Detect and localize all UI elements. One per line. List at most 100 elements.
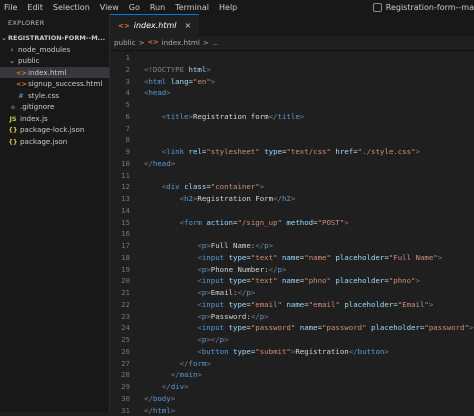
tree-item-index-html[interactable]: <>index.html [0, 67, 109, 79]
code-editor[interactable]: 12<!DOCTYPE html>3<html lang="en">4 <head… [110, 52, 474, 412]
code-line[interactable]: 7 [110, 123, 474, 135]
tree-item-package-json[interactable]: {}package.json [0, 136, 109, 148]
code-line[interactable]: 19 <p>Phone Number:</p> [110, 264, 474, 276]
tree-item-style-css[interactable]: #style.css [0, 90, 109, 102]
code-line[interactable]: 11 [110, 170, 474, 182]
code-token: "/sign_up" [237, 218, 282, 227]
code-line[interactable]: 9 <link rel="stylesheet" type="text/css"… [110, 146, 474, 158]
close-icon[interactable]: × [185, 21, 192, 30]
menu-selection[interactable]: Selection [48, 3, 95, 12]
code-line[interactable]: 18 <input type="text" name="name" placeh… [110, 252, 474, 264]
tree-item-label: public [18, 56, 40, 65]
code-token: > [384, 347, 388, 356]
code-line[interactable]: 14 [110, 205, 474, 217]
code-token: > [416, 147, 420, 156]
code-token: > [206, 359, 210, 368]
menu-go[interactable]: Go [124, 3, 145, 12]
code-line[interactable]: 25 <p></p> [110, 334, 474, 346]
code-line[interactable]: 30</body> [110, 393, 474, 405]
code-line[interactable]: 16 [110, 228, 474, 240]
code-content: </head> [144, 159, 175, 168]
code-line[interactable]: 4 <head> [110, 87, 474, 99]
html-icon: <> [16, 79, 26, 90]
code-token: "password" [424, 323, 469, 332]
tree-item-index-js[interactable]: JSindex.js [0, 113, 109, 125]
code-content: <head> [144, 88, 171, 97]
workspace-root[interactable]: ⌄REGISTRATION-FORM--M... [0, 32, 109, 44]
code-token: form [184, 218, 202, 227]
json-icon: {} [8, 137, 18, 148]
line-number: 29 [110, 381, 130, 393]
code-token: class [184, 182, 206, 191]
menu-file[interactable]: File [0, 3, 22, 12]
code-line[interactable]: 28 </main> [110, 369, 474, 381]
code-line[interactable]: 24 <input type="password" name="password… [110, 322, 474, 334]
code-line[interactable]: 26 <button type="submit">Registration</b… [110, 346, 474, 358]
code-line[interactable]: 8 [110, 134, 474, 146]
tree-item-package-lock-json[interactable]: {}package-lock.json [0, 124, 109, 136]
layout-icon[interactable] [373, 3, 382, 12]
code-line[interactable]: 27 </form> [110, 358, 474, 370]
code-token: < [144, 300, 202, 309]
code-token: "Full Name" [389, 253, 438, 262]
code-token: > [211, 77, 215, 86]
code-token: </ [144, 382, 171, 391]
code-line[interactable]: 5 [110, 99, 474, 111]
code-line[interactable]: 23 <p>Password:</p> [110, 311, 474, 323]
code-line[interactable]: 1 [110, 52, 474, 64]
tree-item-label: package-lock.json [20, 125, 84, 134]
code-token: Registration Form [197, 194, 273, 203]
code-token: </ [255, 241, 264, 250]
tree-item-node-modules[interactable]: ›node_modules [0, 44, 109, 56]
code-token: Email: [211, 288, 238, 297]
code-content: <p>Email:</p> [144, 288, 255, 297]
breadcrumb-item[interactable]: public [114, 36, 136, 49]
code-token: placeholder [344, 300, 393, 309]
code-token: html [153, 406, 171, 415]
code-line[interactable]: 31</html> [110, 405, 474, 416]
breadcrumb-item[interactable]: ... [212, 36, 219, 49]
code-line[interactable]: 17 <p>Full Name:</p> [110, 240, 474, 252]
code-token: > [282, 265, 286, 274]
code-token: > [291, 194, 295, 203]
code-token: h2 [282, 194, 291, 203]
menu-help[interactable]: Help [214, 3, 242, 12]
breadcrumb-item[interactable]: index.html [162, 36, 200, 49]
menu-edit[interactable]: Edit [22, 3, 48, 12]
code-line[interactable]: 22 <input type="email" name="email" plac… [110, 299, 474, 311]
line-number: 7 [110, 123, 130, 135]
line-number: 9 [110, 146, 130, 158]
code-token: body [153, 394, 171, 403]
code-token: > [429, 300, 433, 309]
line-number: 25 [110, 334, 130, 346]
code-content: <p>Full Name:</p> [144, 241, 273, 250]
code-token: < [144, 323, 202, 332]
line-number: 14 [110, 205, 130, 217]
menu-terminal[interactable]: Terminal [170, 3, 214, 12]
code-line[interactable]: 15 <form action="/sign_up" method="POST"… [110, 217, 474, 229]
code-line[interactable]: 3<html lang="en"> [110, 76, 474, 88]
tab-index-html[interactable]: <> index.html × [110, 14, 199, 36]
code-content: <input type="email" name="email" placeho… [144, 300, 433, 309]
code-line[interactable]: 29 </div> [110, 381, 474, 393]
code-token: > [438, 253, 442, 262]
code-token: main [180, 370, 198, 379]
tree-item-public[interactable]: ⌄public [0, 55, 109, 67]
code-line[interactable]: 13 <h2>Registration Form</h2> [110, 193, 474, 205]
code-token: html [189, 65, 207, 74]
code-line[interactable]: 2<!DOCTYPE html> [110, 64, 474, 76]
code-content: <title>Registration form</title> [144, 112, 304, 121]
menu-run[interactable]: Run [145, 3, 170, 12]
code-token: div [166, 182, 179, 191]
tree-item-gitignore[interactable]: ◆.gitignore [0, 101, 109, 113]
code-line[interactable]: 10</head> [110, 158, 474, 170]
code-line[interactable]: 6 <title>Registration form</title> [110, 111, 474, 123]
code-line[interactable]: 21 <p>Email:</p> [110, 287, 474, 299]
tree-item-signup-success-html[interactable]: <>signup_success.html [0, 78, 109, 90]
code-line[interactable]: 12 <div class="container"> [110, 181, 474, 193]
code-token: type [229, 253, 247, 262]
code-line[interactable]: 20 <input type="text" name="phno" placeh… [110, 275, 474, 287]
menu-view[interactable]: View [95, 3, 124, 12]
line-number: 4 [110, 87, 130, 99]
line-number: 20 [110, 275, 130, 287]
